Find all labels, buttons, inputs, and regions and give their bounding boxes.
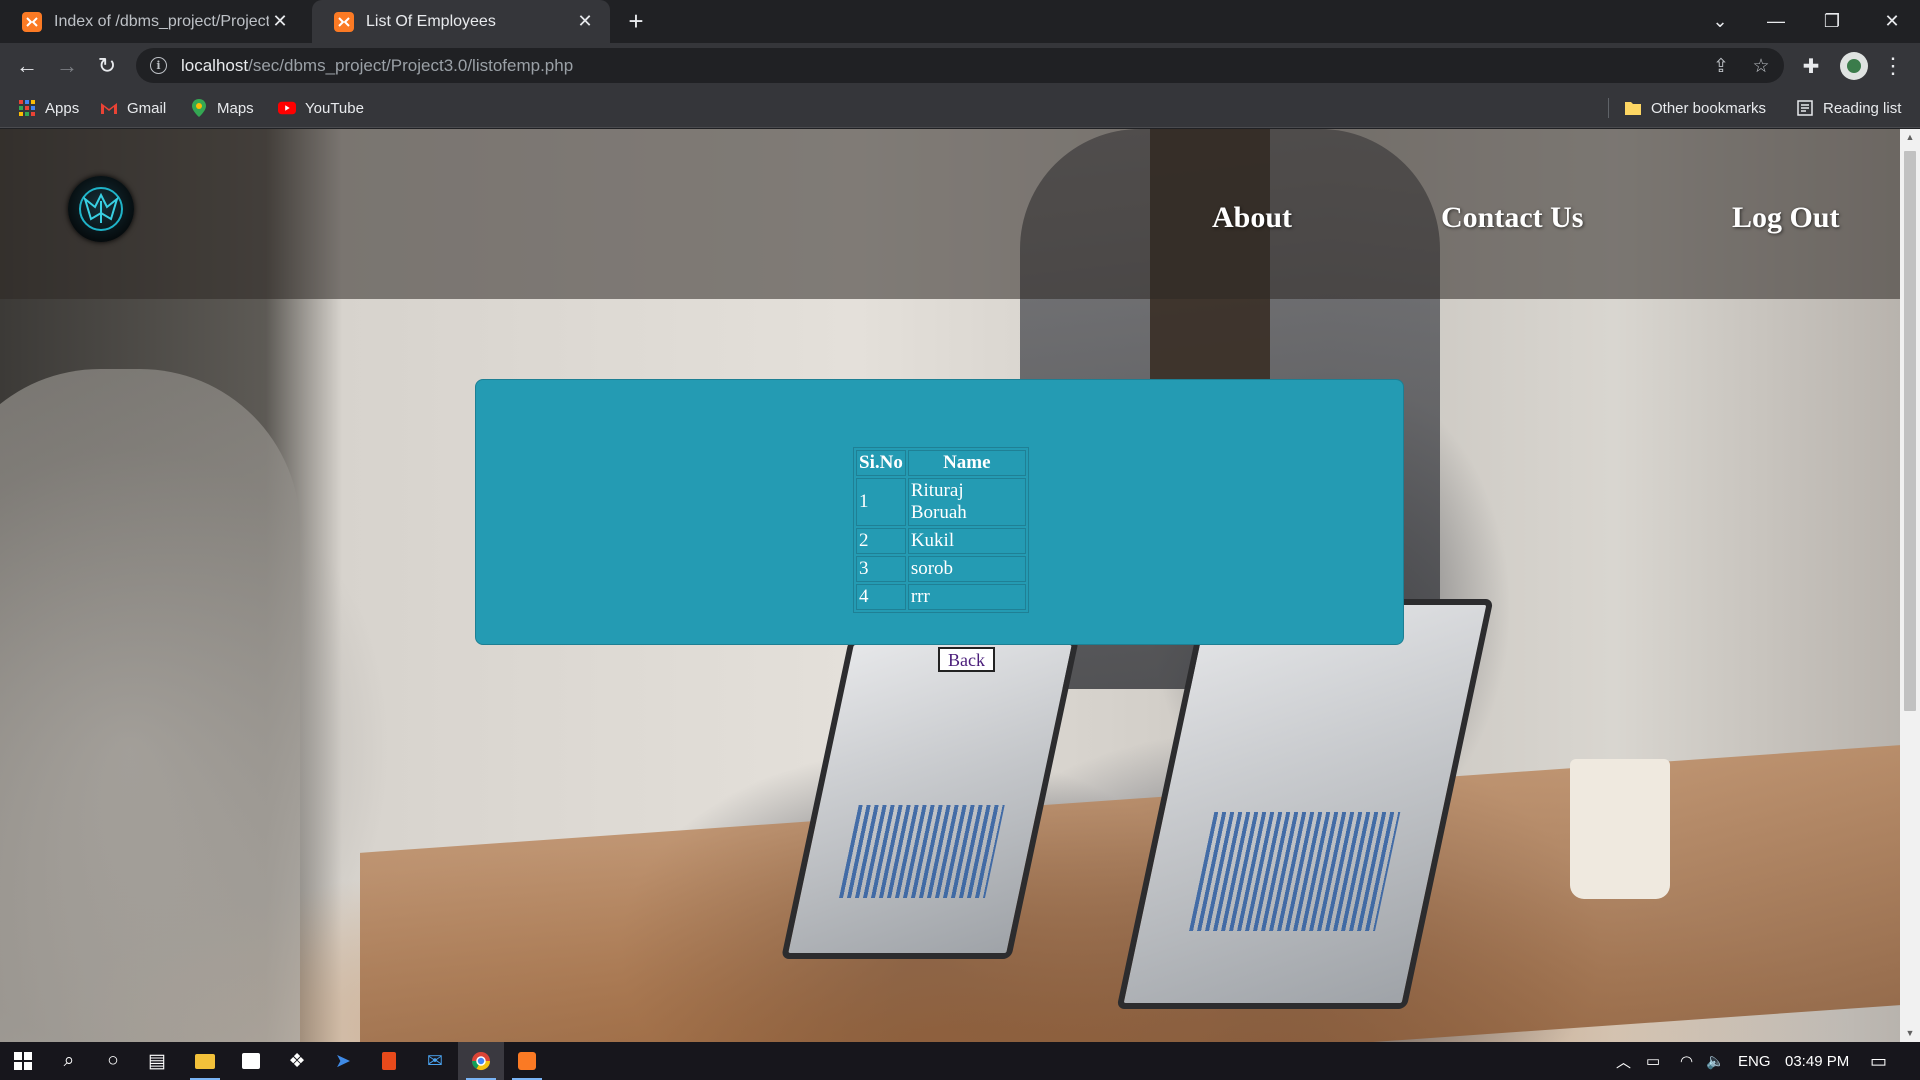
vscode-icon[interactable]: ➤ <box>320 1042 366 1080</box>
tab-search-icon[interactable]: ⌄ <box>1692 0 1748 43</box>
address-bar[interactable]: i localhost/sec/dbms_project/Project3.0/… <box>136 48 1784 83</box>
bookmark-label: YouTube <box>305 99 364 117</box>
bookmarks-bar: Apps Gmail Maps YouTube Other bookmarks … <box>0 88 1920 128</box>
volume-icon[interactable]: 🔈 <box>1706 1042 1725 1080</box>
url-text: localhost/sec/dbms_project/Project3.0/li… <box>181 55 574 75</box>
cell-name: sorob <box>907 556 1026 582</box>
bookmark-label: Apps <box>45 99 80 117</box>
cell-sino: 1 <box>856 478 906 526</box>
star-icon[interactable]: ☆ <box>1750 55 1772 77</box>
battery-icon[interactable]: ▭ <box>1646 1042 1660 1080</box>
xampp-icon <box>334 11 354 32</box>
table-row: 3 sorob <box>856 556 1026 582</box>
nav-log-out[interactable]: Log Out <box>1732 201 1840 235</box>
info-icon[interactable]: i <box>150 57 167 74</box>
clock[interactable]: 03:49 PM <box>1785 1042 1849 1080</box>
bookmark-other[interactable]: Other bookmarks <box>1624 88 1766 128</box>
scroll-up-icon[interactable]: ▲ <box>1900 129 1920 146</box>
language-indicator[interactable]: ENG <box>1738 1042 1771 1080</box>
menu-icon[interactable]: ⋮ <box>1882 53 1904 79</box>
reload-icon[interactable]: ↻ <box>92 51 122 81</box>
bookmark-label: Maps <box>217 99 254 117</box>
cell-sino: 2 <box>856 528 906 554</box>
tab-strip: Index of /dbms_project/Project_2 ✕ List … <box>0 0 1920 43</box>
bookmark-youtube[interactable]: YouTube <box>278 88 364 128</box>
page-viewport: About Contact Us Log Out Si.No Name 1 Ri… <box>0 129 1900 1042</box>
chrome-icon[interactable] <box>458 1042 504 1080</box>
back-arrow-icon[interactable]: ← <box>12 51 42 81</box>
background-photo-person <box>0 369 300 1042</box>
page-scrollbar[interactable]: ▲ ▼ <box>1900 129 1920 1042</box>
column-header-name: Name <box>907 450 1026 476</box>
folder-icon <box>1624 99 1642 117</box>
tab-title: List Of Employees <box>366 12 496 30</box>
site-logo[interactable] <box>68 176 134 242</box>
bookmarks-divider <box>1608 98 1609 118</box>
column-header-sino: Si.No <box>856 450 906 476</box>
bookmark-apps[interactable]: Apps <box>18 88 79 128</box>
site-header: About Contact Us Log Out <box>0 129 1900 299</box>
employee-list-panel: Si.No Name 1 Rituraj Boruah 2 Kukil 3 so… <box>475 379 1404 645</box>
close-icon[interactable]: ✕ <box>269 11 291 33</box>
profile-avatar[interactable] <box>1840 52 1868 80</box>
bookmark-label: Gmail <box>127 99 167 117</box>
apps-grid-icon <box>18 99 36 117</box>
table-header-row: Si.No Name <box>856 450 1026 476</box>
new-tab-button[interactable]: + <box>622 8 650 36</box>
windows-start-icon[interactable] <box>0 1042 46 1080</box>
search-icon[interactable]: ⌕ <box>46 1042 92 1080</box>
table-row: 2 Kukil <box>856 528 1026 554</box>
cell-name: Kukil <box>907 528 1026 554</box>
minimize-button[interactable]: — <box>1748 0 1804 43</box>
share-icon[interactable]: ⇪ <box>1710 55 1732 77</box>
nav-about[interactable]: About <box>1212 201 1292 235</box>
maps-icon <box>190 99 208 117</box>
bookmark-maps[interactable]: Maps <box>190 88 254 128</box>
reading-list-icon <box>1796 99 1814 117</box>
cortana-icon[interactable]: ○ <box>90 1042 136 1080</box>
back-button[interactable]: Back <box>938 647 995 672</box>
cell-sino: 3 <box>856 556 906 582</box>
gmail-icon <box>100 99 118 117</box>
mail-icon[interactable]: ✉ <box>412 1042 458 1080</box>
nav-contact-us[interactable]: Contact Us <box>1441 201 1584 235</box>
table-row: 1 Rituraj Boruah <box>856 478 1026 526</box>
wifi-icon[interactable]: ◠ <box>1680 1042 1693 1080</box>
restore-button[interactable]: ❐ <box>1804 0 1860 43</box>
table-row: 4 rrr <box>856 584 1026 610</box>
xampp-icon <box>22 11 42 32</box>
cell-name: rrr <box>907 584 1026 610</box>
tab-title: Index of /dbms_project/Project_2 <box>54 12 269 30</box>
tray-chevron-icon[interactable]: ︿ <box>1616 1042 1631 1080</box>
bookmark-gmail[interactable]: Gmail <box>100 88 166 128</box>
tab-list-of-employees[interactable]: List Of Employees ✕ <box>312 0 610 43</box>
close-window-button[interactable]: ✕ <box>1864 0 1920 43</box>
scroll-down-icon[interactable]: ▼ <box>1900 1025 1920 1042</box>
forward-arrow-icon[interactable]: → <box>52 51 82 81</box>
cell-name: Rituraj Boruah <box>907 478 1026 526</box>
background-photo-cup <box>1570 759 1670 899</box>
browser-toolbar: ← → ↻ i localhost/sec/dbms_project/Proje… <box>0 43 1920 88</box>
reading-list[interactable]: Reading list <box>1796 88 1901 128</box>
file-explorer-icon[interactable] <box>182 1042 228 1080</box>
dropbox-icon[interactable]: ❖ <box>274 1042 320 1080</box>
office-icon[interactable] <box>366 1042 412 1080</box>
bookmark-label: Reading list <box>1823 99 1902 117</box>
xampp-icon[interactable] <box>504 1042 550 1080</box>
employee-table: Si.No Name 1 Rituraj Boruah 2 Kukil 3 so… <box>853 447 1029 613</box>
task-view-icon[interactable]: ▤ <box>134 1042 180 1080</box>
bookmark-label: Other bookmarks <box>1651 99 1767 117</box>
extensions-icon[interactable]: ✚ <box>1800 55 1822 78</box>
store-icon[interactable] <box>228 1042 274 1080</box>
tab-index-of[interactable]: Index of /dbms_project/Project_2 ✕ <box>0 0 305 43</box>
scroll-thumb[interactable] <box>1904 151 1916 711</box>
notifications-icon[interactable]: ▭ <box>1870 1042 1887 1080</box>
close-icon[interactable]: ✕ <box>574 11 596 33</box>
windows-taskbar: ⌕ ○ ▤ ❖ ➤ ✉ ︿ ▭ ◠ 🔈 ENG 03:49 PM ▭ <box>0 1042 1920 1080</box>
youtube-icon <box>278 99 296 117</box>
cell-sino: 4 <box>856 584 906 610</box>
